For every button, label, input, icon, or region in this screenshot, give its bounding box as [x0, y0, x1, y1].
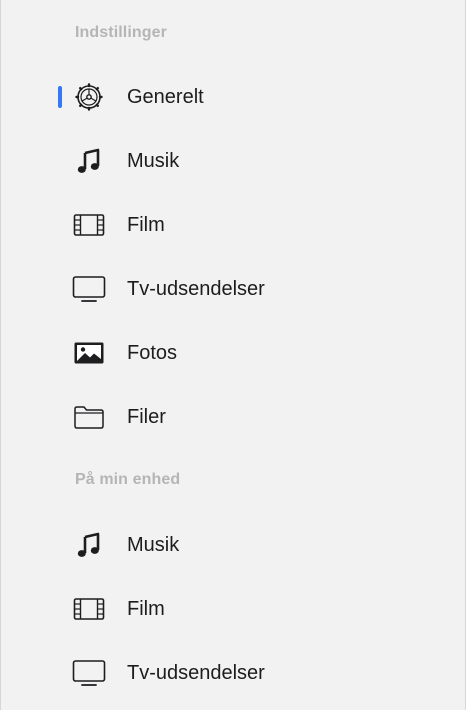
- sidebar-item-filer[interactable]: Filer: [1, 395, 465, 439]
- sidebar-item-label: Film: [127, 598, 165, 620]
- sidebar-item-device-film[interactable]: Film: [1, 587, 465, 631]
- sidebar-item-label: Generelt: [127, 86, 204, 108]
- sidebar-item-label: Filer: [127, 406, 166, 428]
- film-icon: [71, 207, 107, 243]
- film-icon: [71, 591, 107, 627]
- sidebar-item-device-musik[interactable]: Musik: [1, 523, 465, 567]
- sidebar-item-label: Musik: [127, 534, 180, 556]
- folder-icon: [71, 399, 107, 435]
- sidebar-item-film[interactable]: Film: [1, 203, 465, 247]
- sidebar-item-label: Fotos: [127, 342, 178, 364]
- sidebar-item-musik[interactable]: Musik: [1, 139, 465, 183]
- sidebar-item-label: Tv-udsendelser: [127, 278, 265, 300]
- photo-icon: [71, 335, 107, 371]
- section-header-indstillinger: Indstillinger: [75, 24, 167, 41]
- sidebar-item-generelt[interactable]: Generelt: [1, 75, 465, 119]
- sidebar-item-device-tv-udsendelser[interactable]: Tv-udsendelser: [1, 651, 465, 695]
- tv-icon: [71, 271, 107, 307]
- section-header-paa-min-enhed: På min enhed: [75, 471, 181, 488]
- music-note-icon: [71, 143, 107, 179]
- sidebar-item-fotos[interactable]: Fotos: [1, 331, 465, 375]
- gear-icon: [71, 79, 107, 115]
- sidebar: Indstillinger Generelt Musik Film Tv-uds…: [0, 0, 466, 710]
- sidebar-item-label: Film: [127, 214, 165, 236]
- sidebar-item-label: Musik: [127, 150, 180, 172]
- sidebar-item-label: Tv-udsendelser: [127, 662, 265, 684]
- sidebar-item-tv-udsendelser[interactable]: Tv-udsendelser: [1, 267, 465, 311]
- music-note-icon: [71, 527, 107, 563]
- tv-icon: [71, 655, 107, 691]
